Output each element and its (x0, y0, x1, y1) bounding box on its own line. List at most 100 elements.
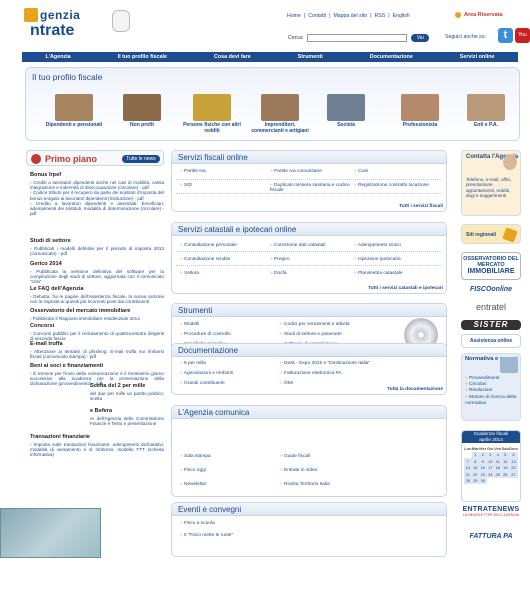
agenzia-entrate-logo[interactable]: genzia ntrate (24, 6, 134, 40)
news-heading[interactable]: Gerico 2014 (30, 261, 164, 267)
service-link[interactable]: Fisco a scuola (180, 521, 300, 526)
normativa-link[interactable]: Motore di ricerca della normativa (465, 395, 520, 407)
calendar-day[interactable]: 22 (471, 471, 480, 478)
service-link[interactable]: Planimetria catastale (354, 271, 434, 276)
top-link[interactable]: Contatti (308, 13, 326, 19)
news-text[interactable]: › Crediti a lavoratori dipendenti anche … (30, 180, 164, 216)
news-text[interactable]: › Pubblicata la versione definitiva del … (30, 269, 164, 285)
service-link[interactable]: Desk - Expo 2015 e "Destinazione Italia" (280, 361, 390, 366)
contatta-box[interactable]: Contatta l'Agenzia Telefono, e-mail, uff… (461, 150, 521, 216)
servizi-catastali-all-link[interactable]: Tutti i servizi catastali e ipotecari (368, 286, 443, 291)
documentazione-all-link[interactable]: Tutta la documentazione (387, 387, 443, 392)
agenzia-comunica-panel: L'Agenzia comunica Sala stampa Guide fisc… (171, 405, 447, 497)
nav-item[interactable]: Cosa devi fare (214, 54, 251, 60)
calendar-day[interactable]: 30 (479, 477, 487, 484)
news-text[interactable]: › Imposta sulle transazioni finanziarie:… (30, 442, 164, 458)
profile-item[interactable]: Società (316, 94, 376, 129)
calendar-day[interactable]: 10 (486, 458, 495, 465)
service-link[interactable]: Sala stampa (180, 454, 275, 459)
nav-item[interactable]: L'Agenzia (45, 54, 70, 60)
nav-item[interactable]: Strumenti (298, 54, 323, 60)
youtube-icon[interactable]: You (515, 28, 530, 43)
service-link[interactable]: Correzione dati catastali (270, 243, 350, 248)
service-link[interactable]: 5 per mille (180, 361, 290, 366)
calendar-day[interactable]: 24 (486, 471, 495, 478)
area-riservata-link[interactable]: Area Riservata (455, 12, 503, 18)
fattura-pa-banner[interactable]: FATTURA PA (461, 533, 521, 549)
service-link[interactable]: Guide fiscali (280, 454, 375, 459)
news-text[interactable]: › Concorsi pubblici per il reclutamento … (30, 331, 164, 341)
omi-banner[interactable]: OSSERVATORIO DEL MERCATO IMMOBILIARE (461, 252, 521, 280)
search-input[interactable] (307, 34, 408, 42)
news-heading[interactable]: Bonus Irpef (30, 172, 164, 178)
profile-item[interactable]: Enti e P.A. (456, 94, 516, 129)
top-link[interactable]: Mappa del sito (333, 13, 367, 19)
top-link[interactable]: Home (287, 13, 301, 19)
service-link[interactable]: Fatturazione elettronica PA (280, 371, 390, 376)
news-text[interactable]: re dell'Agenzia dello Commissione Finanz… (90, 416, 164, 426)
fisconline-banner[interactable]: FISCOonline (461, 286, 521, 298)
news-heading[interactable]: Le FAQ dell'Agenzia (30, 286, 164, 292)
search-button[interactable]: Vai (411, 34, 430, 42)
service-link[interactable]: Entrate in video (280, 468, 375, 473)
news-text[interactable]: › Pubblicati i modelli definitivi per il… (30, 246, 164, 256)
calendar-day[interactable]: 12 (501, 458, 510, 465)
service-link[interactable]: Docfa (270, 271, 350, 276)
nav-item[interactable]: Servizi online (460, 54, 495, 60)
service-link[interactable]: Ispezione ipotecaria (354, 257, 434, 262)
service-link[interactable]: Consultazione personale (180, 243, 260, 248)
news-heading[interactable]: Beni ai soci e finanziamenti (30, 363, 164, 369)
service-link[interactable]: Voltura (180, 271, 260, 276)
service-link[interactable]: Partite Iva comunitarie (270, 169, 350, 174)
news-heading[interactable]: Transazioni finanziarie (30, 434, 164, 440)
news-text[interactable]: › Pubblicato il Rapporto immobiliare res… (30, 316, 164, 321)
assistenza-online-link[interactable]: Assistenza online (461, 334, 521, 348)
service-link[interactable]: Pregeo (270, 257, 350, 262)
news-text[interactable]: del due per mille un partito politico: s… (90, 391, 164, 401)
all-news-button[interactable]: Tutte le news (122, 155, 160, 163)
servizi-fiscali-all-link[interactable]: Tutti i servizi fiscali (399, 204, 443, 209)
service-link[interactable]: Codici per versamenti e attività (280, 322, 375, 327)
service-link[interactable]: Agevolazioni e rimborsi (180, 371, 290, 376)
service-link[interactable]: Civis (354, 169, 434, 174)
news-heading[interactable]: Concorsi (30, 323, 164, 329)
entratel-banner[interactable]: entratel (461, 302, 521, 316)
service-link[interactable]: Consultazione rendite (180, 257, 260, 262)
service-link[interactable]: Fisco oggi (180, 468, 275, 473)
twitter-icon[interactable]: t (498, 28, 513, 43)
sister-banner[interactable]: SISTER (461, 320, 521, 330)
service-link[interactable]: OMI (280, 381, 390, 386)
news-heading[interactable]: Studi di settore (30, 238, 164, 244)
news-text[interactable]: › Attenzione ai tentativi di phishing. E… (30, 349, 164, 359)
news-heading[interactable]: E-mail truffa (30, 341, 164, 347)
news-heading[interactable]: Scelta del 2 per mille (90, 383, 164, 389)
profile-item[interactable]: Imprenditori, commercianti e artigiani (250, 94, 310, 134)
calendar-day[interactable]: 28 (464, 477, 472, 484)
profile-item[interactable]: Dipendenti e pensionati (44, 94, 104, 129)
service-link[interactable]: Studi di settore e parametri (280, 332, 375, 337)
service-link[interactable]: Adempimento Unico (354, 243, 434, 248)
news-heading[interactable]: e Befera (90, 408, 164, 414)
entratenews-banner[interactable]: ENTRATENEWS LA NEWSLETTER DELL'AGENZIA (461, 506, 521, 524)
top-link[interactable]: RSS (375, 13, 386, 19)
service-link[interactable]: Modelli (180, 322, 275, 327)
calendar-day[interactable]: 29 (471, 477, 480, 484)
service-link[interactable]: Il "Fisco mette le ruote" (180, 533, 300, 538)
service-link[interactable]: Procedure di controllo (180, 332, 275, 337)
profile-item[interactable]: Non profit (112, 94, 172, 129)
calendar-day[interactable]: 26 (501, 471, 510, 478)
siti-regionali-link[interactable]: Siti regionali (461, 224, 521, 244)
news-heading[interactable]: Osservatorio del mercato immobiliare (30, 308, 164, 314)
top-link[interactable]: English (393, 13, 410, 19)
service-link[interactable]: Rivista Territorio Italia (280, 482, 375, 487)
service-link[interactable]: Partite Iva (180, 169, 260, 174)
nav-item[interactable]: Il tuo profilo fiscale (118, 54, 167, 60)
service-link[interactable]: Newsletter (180, 482, 275, 487)
profile-item[interactable]: Persone fisiche con altri redditi (182, 94, 242, 134)
service-link[interactable]: Registrazione contratto locazione (354, 183, 434, 188)
profile-item[interactable]: Professionista (390, 94, 450, 129)
news-text[interactable]: › Debutta, fra le pagine dell'Assistenza… (30, 294, 164, 304)
nav-item[interactable]: Documentazione (370, 54, 413, 60)
service-link[interactable]: Grandi contribuenti (180, 381, 290, 386)
service-link[interactable]: SID (180, 183, 260, 188)
